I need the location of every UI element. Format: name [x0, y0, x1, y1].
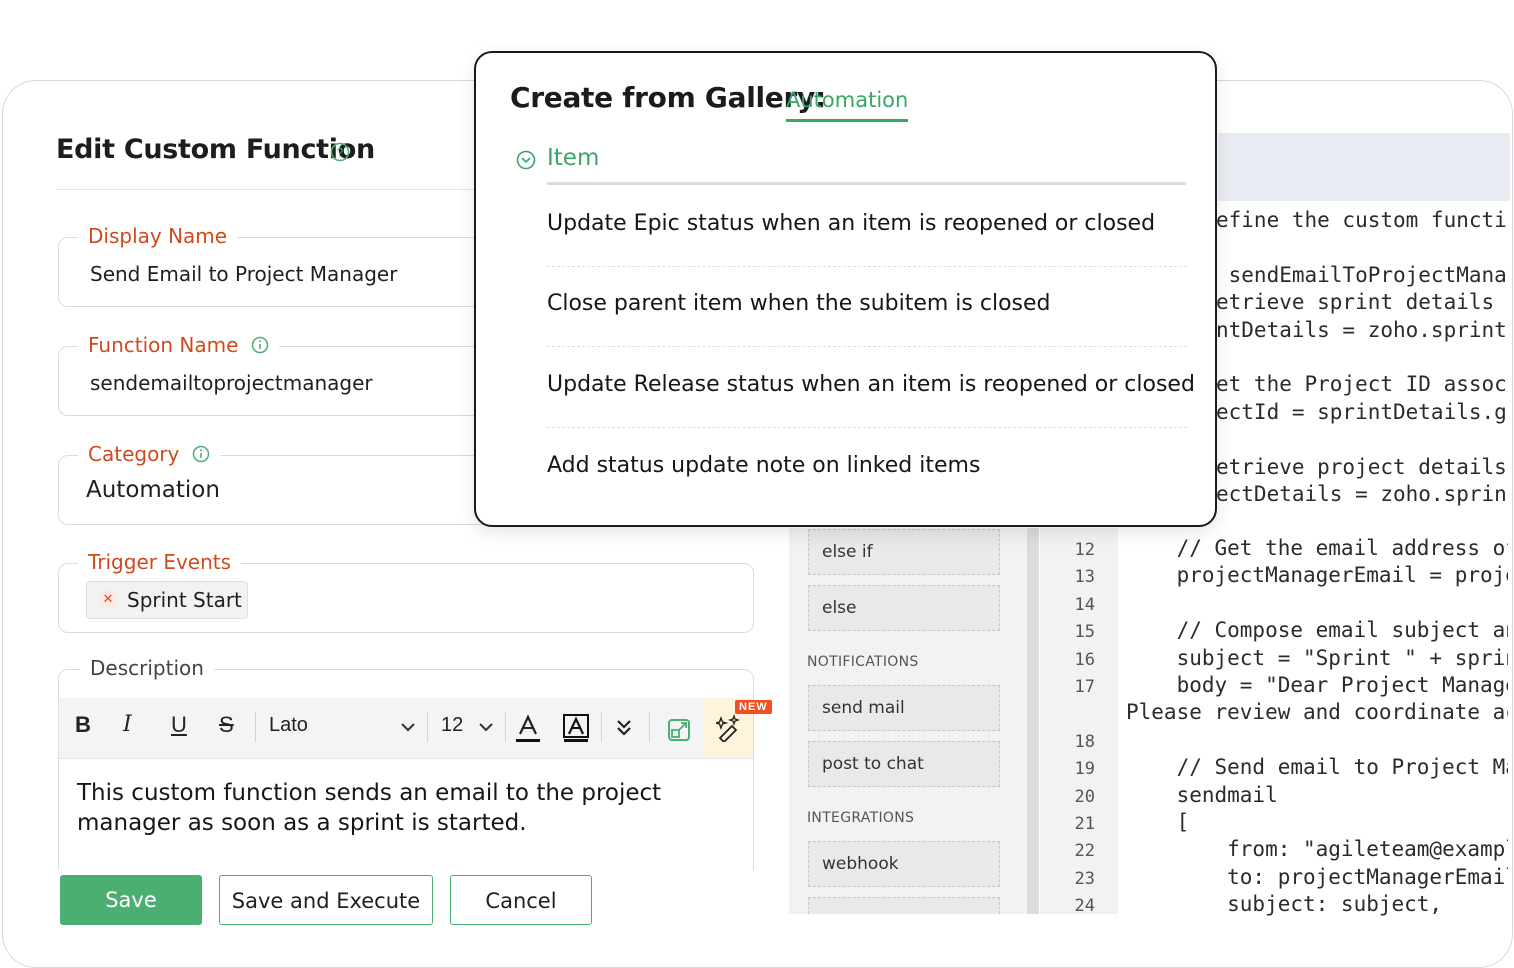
code-line: body = "Dear Project Manage [1126, 673, 1508, 697]
gallery-item[interactable]: Update Release status when an item is re… [547, 372, 1195, 397]
highlight-icon[interactable] [563, 714, 589, 744]
magic-wand-icon[interactable] [716, 714, 742, 742]
snippet-else[interactable]: else [808, 585, 1000, 631]
trigger-chip-label: Sprint Start [127, 588, 242, 612]
snippet-post-to-chat[interactable]: post to chat [808, 741, 1000, 787]
code-line: from: "agileteam@exampl [1126, 837, 1508, 862]
text-color-icon[interactable] [515, 714, 541, 744]
description-editor[interactable]: This custom function sends an email to t… [77, 778, 747, 838]
category-select[interactable]: Automation [86, 477, 220, 503]
snippet-partial[interactable] [808, 897, 1000, 914]
code-line: Please review and coordinate ac [1126, 700, 1508, 725]
code-line: projectManagerEmail = proje [1126, 563, 1508, 588]
toolbar-separator [601, 712, 602, 742]
code-line: et the Project ID assoc [1216, 372, 1507, 397]
display-name-input[interactable]: Send Email to Project Manager [90, 262, 397, 286]
line-number: 21 [1074, 814, 1095, 834]
toolbar-separator [255, 712, 256, 742]
new-badge: NEW [735, 700, 772, 714]
palette-scrollbar[interactable] [1027, 528, 1039, 914]
cancel-button[interactable]: Cancel [450, 875, 592, 925]
info-icon[interactable] [192, 445, 210, 463]
code-line: to: projectManagerEmail [1126, 864, 1508, 889]
code-line: // Compose email subject an [1126, 618, 1508, 643]
line-number: 18 [1074, 731, 1095, 752]
trigger-chip: ✕ Sprint Start [86, 581, 248, 619]
save-and-execute-button[interactable]: Save and Execute [219, 875, 433, 925]
palette-section-notifications: NOTIFICATIONS [807, 654, 919, 670]
help-circle-icon[interactable]: ? [330, 142, 350, 162]
line-number: 15 [1074, 622, 1095, 643]
code-line: // Get the email address of [1126, 536, 1508, 560]
line-number: 22 [1074, 841, 1095, 862]
gallery-item[interactable]: Update Epic status when an item is reope… [547, 211, 1187, 236]
close-icon[interactable]: ✕ [99, 590, 117, 608]
code-line: subject: subject, [1126, 892, 1443, 917]
gallery-section-label: Item [547, 145, 600, 171]
snippet-webhook[interactable]: webhook [808, 841, 1000, 887]
line-number: 19 [1074, 759, 1095, 780]
italic-button[interactable]: I [123, 712, 132, 737]
toolbar-separator [427, 712, 428, 742]
description-label: Description [80, 656, 214, 680]
gallery-item[interactable]: Add status update note on linked items [547, 453, 1187, 478]
chevron-down-icon[interactable] [401, 722, 415, 732]
gallery-divider [547, 346, 1187, 347]
page-title: Edit Custom Function [56, 134, 375, 165]
collapse-circle-icon[interactable] [516, 150, 536, 170]
expand-icon[interactable] [667, 718, 691, 742]
line-number: 13 [1074, 567, 1095, 588]
palette-section-integrations: INTEGRATIONS [807, 810, 915, 826]
line-number: 16 [1074, 649, 1095, 670]
gallery-divider [547, 266, 1187, 267]
snippet-send-mail[interactable]: send mail [808, 685, 1000, 731]
display-name-label: Display Name [78, 224, 238, 248]
code-line: // Send email to Project Ma [1126, 755, 1508, 780]
save-button[interactable]: Save [60, 875, 202, 925]
line-number: 12 [1074, 540, 1095, 560]
title-divider [56, 189, 486, 190]
code-editor-header [1218, 133, 1510, 201]
bold-button[interactable]: B [75, 712, 91, 738]
chevron-down-icon[interactable] [479, 722, 493, 732]
code-line: sendmail [1126, 782, 1278, 807]
info-icon[interactable] [251, 336, 269, 354]
section-divider [547, 182, 1186, 185]
function-name-input[interactable]: sendemailtoprojectmanager [90, 371, 373, 395]
category-label: Category [88, 442, 180, 466]
svg-text:?: ? [337, 146, 344, 160]
line-number: 17 [1074, 677, 1095, 697]
code-line: etrieve sprint details [1216, 290, 1495, 315]
code-line: ectId = sprintDetails.g [1216, 399, 1507, 424]
trigger-events-label: Trigger Events [78, 550, 242, 574]
line-number: 24 [1074, 896, 1095, 917]
gallery-title: Create from Gallery: [510, 81, 826, 114]
gallery-divider [547, 427, 1187, 428]
line-number: 14 [1074, 594, 1095, 615]
font-size-select[interactable]: 12 [441, 714, 463, 737]
gallery-modal: Create from Gallery: Automation Item Upd… [474, 51, 1217, 527]
category-legend: Category [78, 442, 220, 466]
font-select[interactable]: Lato [269, 714, 308, 737]
code-line: [ [1126, 810, 1190, 834]
line-number: 23 [1074, 868, 1095, 889]
tab-automation[interactable]: Automation [786, 88, 909, 122]
code-line: sendEmailToProjectMana [1216, 262, 1507, 287]
code-line: subject = "Sprint " + sprin [1126, 645, 1508, 670]
code-line: etrieve project details [1216, 454, 1507, 479]
function-name-legend: Function Name [78, 333, 279, 357]
line-number: 20 [1074, 786, 1095, 807]
code-line: ntDetails = zoho.sprint [1216, 317, 1507, 342]
toolbar-separator [505, 712, 506, 742]
code-line: efine the custom functio [1216, 208, 1508, 232]
toolbar-separator [649, 712, 650, 742]
strikethrough-button[interactable]: S [219, 712, 234, 738]
function-name-label: Function Name [88, 333, 239, 357]
underline-button[interactable]: U [171, 712, 187, 738]
code-line: ectDetails = zoho.sprin [1216, 482, 1507, 506]
gallery-item[interactable]: Close parent item when the subitem is cl… [547, 291, 1187, 316]
more-options-icon[interactable] [615, 718, 633, 738]
snippet-else-if[interactable]: else if [808, 529, 1000, 575]
editor-toolbar: B I U S Lato 12 [59, 698, 753, 759]
